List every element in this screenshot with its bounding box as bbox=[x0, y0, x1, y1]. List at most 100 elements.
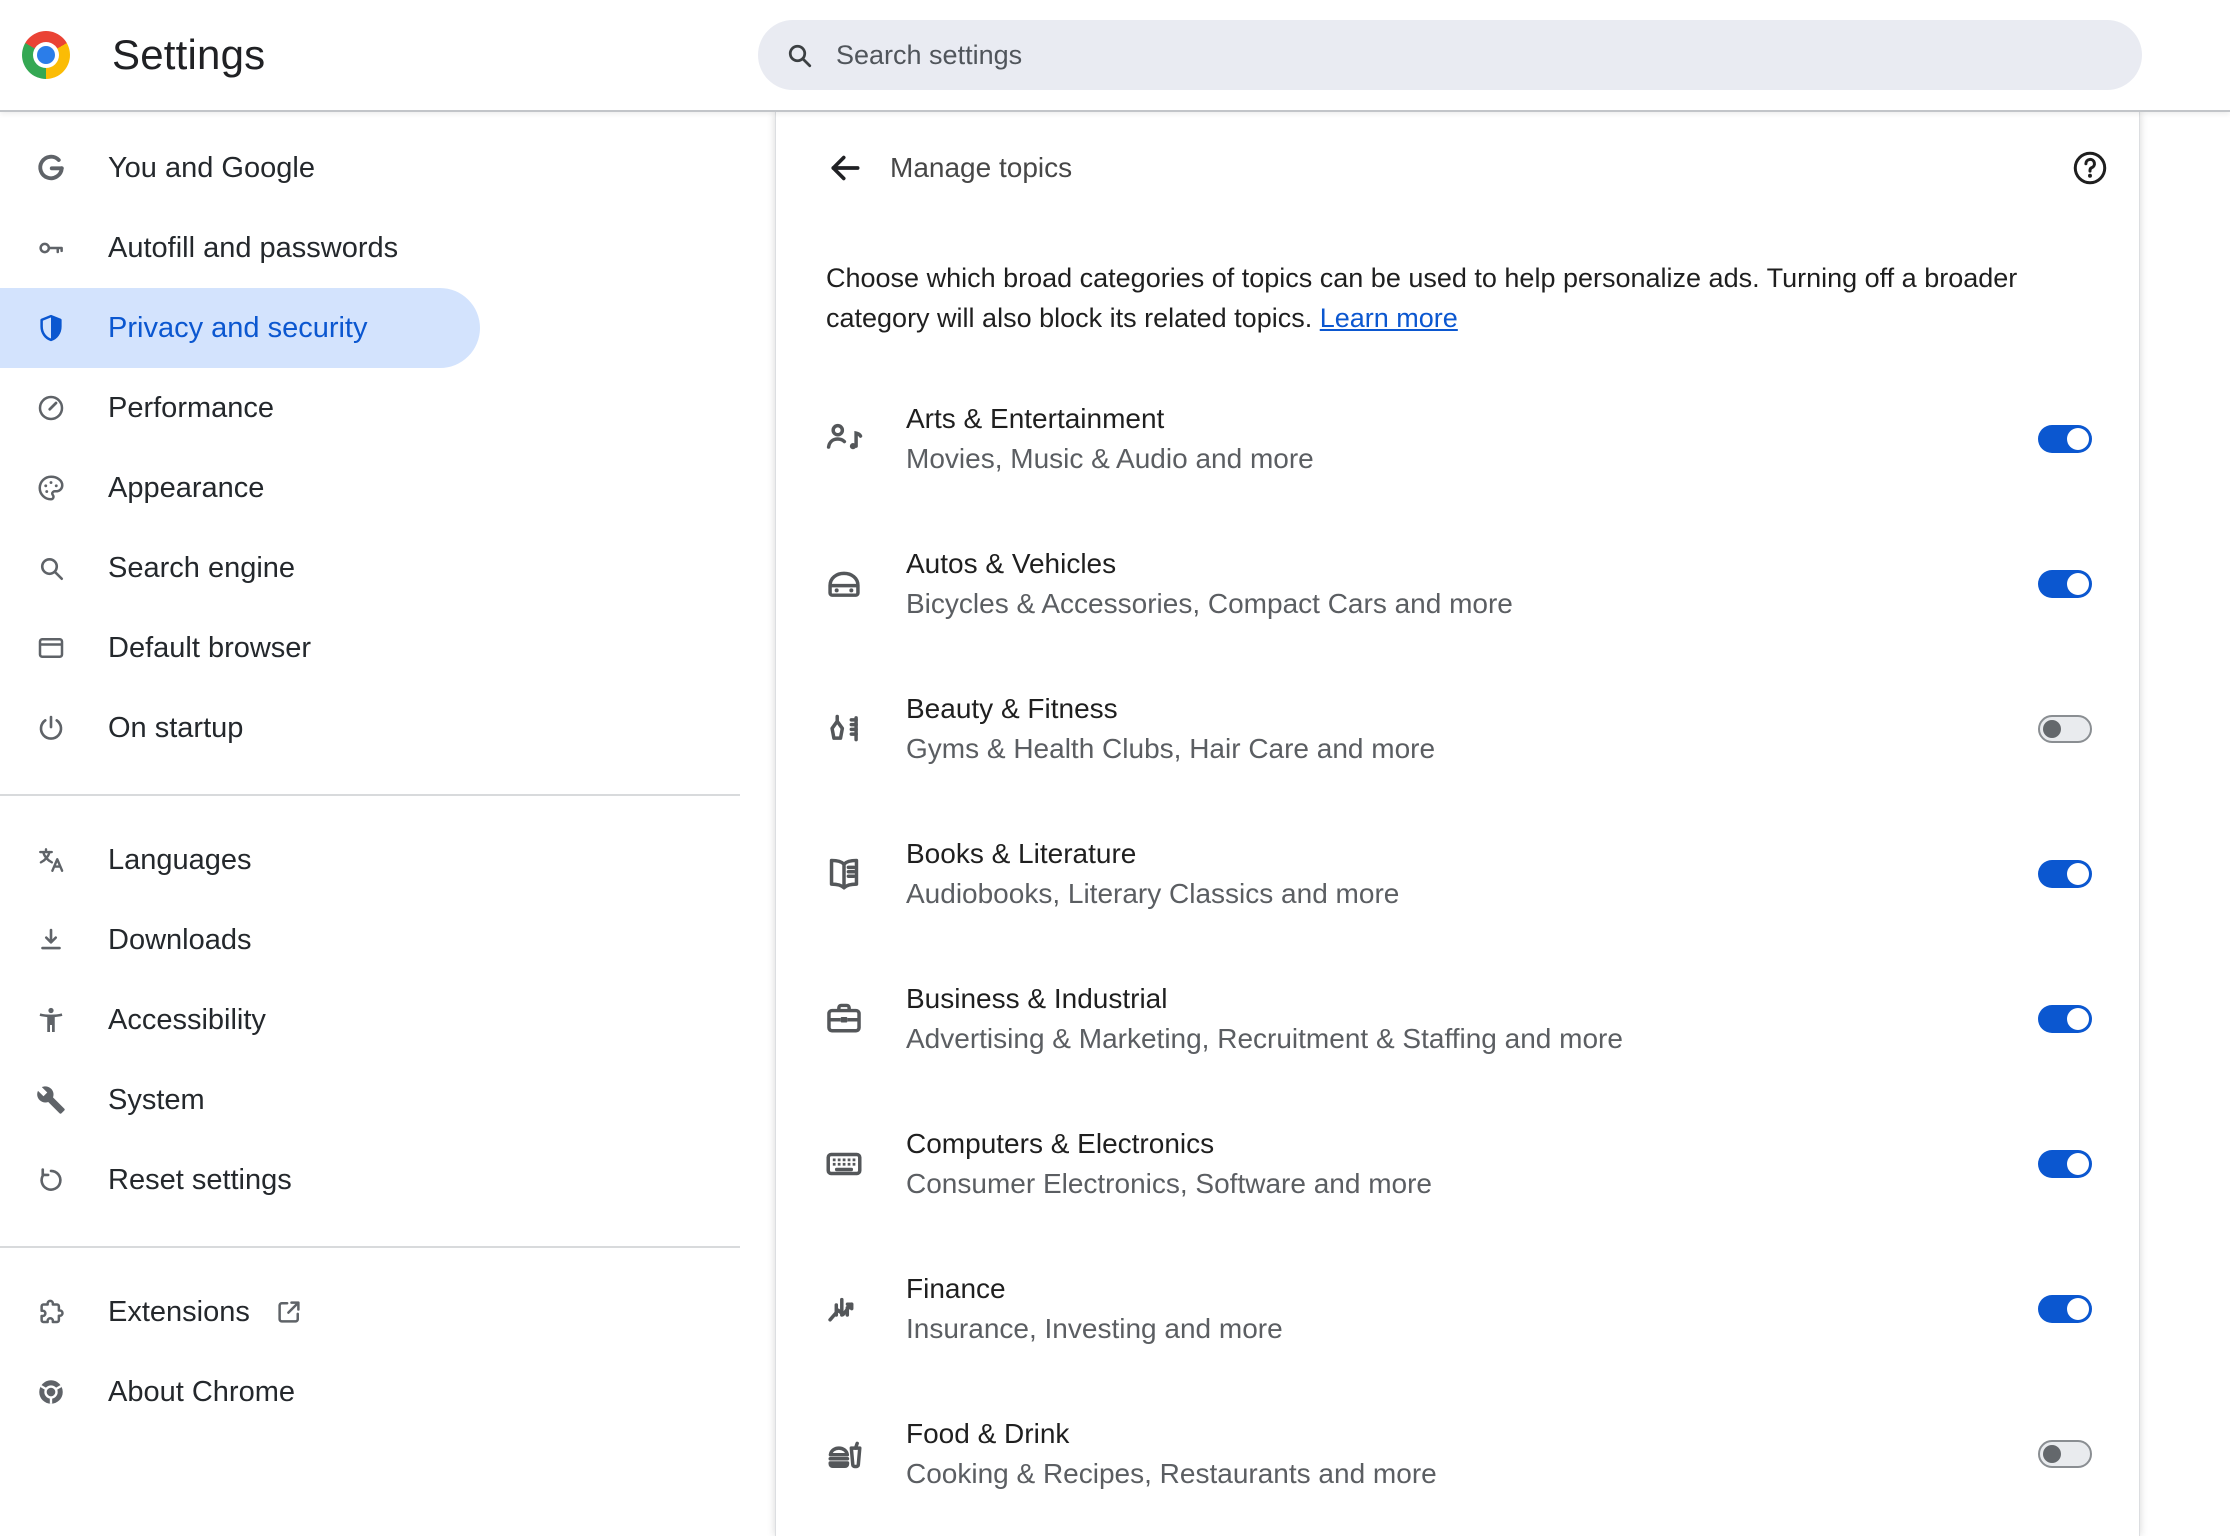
sidebar-divider bbox=[0, 1246, 740, 1248]
topic-examples: Movies, Music & Audio and more bbox=[906, 442, 1314, 474]
chrome-gray-icon bbox=[36, 1377, 66, 1407]
sidebar-divider bbox=[0, 794, 740, 796]
toggle-switch[interactable] bbox=[2038, 1294, 2092, 1323]
sidebar-item-languages[interactable]: Languages bbox=[0, 820, 480, 900]
beauty-fitness-icon bbox=[822, 707, 866, 751]
search-bar[interactable] bbox=[758, 20, 2142, 90]
sidebar-item-label: You and Google bbox=[108, 151, 315, 184]
sidebar-item-search-engine[interactable]: Search engine bbox=[0, 528, 480, 608]
toggle-switch[interactable] bbox=[2038, 1439, 2092, 1468]
sidebar-item-appearance[interactable]: Appearance bbox=[0, 448, 480, 528]
arts-entertainment-icon bbox=[822, 417, 866, 461]
toggle-knob bbox=[2067, 1297, 2089, 1320]
business-industrial-icon bbox=[822, 997, 866, 1041]
power-icon bbox=[36, 713, 66, 743]
sidebar-item-label: Privacy and security bbox=[108, 311, 368, 344]
topic-title: Finance bbox=[906, 1272, 1006, 1304]
sidebar-item-label: Extensions bbox=[108, 1295, 250, 1328]
topic-examples: Advertising & Marketing, Recruitment & S… bbox=[906, 1022, 1623, 1054]
topic-title: Business & Industrial bbox=[906, 982, 1168, 1014]
topic-examples: Audiobooks, Literary Classics and more bbox=[906, 877, 1400, 909]
sidebar-item-autofill-and-passwords[interactable]: Autofill and passwords bbox=[0, 208, 480, 288]
topic-row-beauty-fitness: Beauty & Fitness Gyms & Health Clubs, Hai… bbox=[776, 656, 2139, 801]
sidebar-item-label: Reset settings bbox=[108, 1163, 292, 1196]
download-icon bbox=[36, 925, 66, 955]
food-drink-icon bbox=[822, 1432, 866, 1476]
sidebar-item-label: About Chrome bbox=[108, 1375, 295, 1408]
search-input[interactable] bbox=[834, 38, 2116, 72]
external-link-icon bbox=[274, 1297, 304, 1327]
toggle-knob bbox=[2067, 572, 2089, 595]
sidebar-item-label: Search engine bbox=[108, 551, 296, 584]
sidebar-item-extensions[interactable]: Extensions bbox=[0, 1272, 480, 1352]
topic-row-computers-electronics: Computers & Electronics Consumer Electron… bbox=[776, 1091, 2139, 1236]
topic-row-autos-vehicles: Autos & Vehicles Bicycles & Accessories, … bbox=[776, 511, 2139, 656]
toggle-knob bbox=[2043, 719, 2061, 738]
toggle-knob bbox=[2067, 1007, 2089, 1030]
settings-header: Settings bbox=[0, 0, 2230, 112]
sidebar-item-privacy-and-security[interactable]: Privacy and security bbox=[0, 288, 480, 368]
topic-text: Food & Drink Cooking & Recipes, Restauran… bbox=[906, 1414, 1437, 1494]
palette-icon bbox=[36, 473, 66, 503]
topic-title: Food & Drink bbox=[906, 1417, 1070, 1449]
topics-list: Arts & Entertainment Movies, Music & Audi… bbox=[776, 366, 2139, 1526]
sidebar-item-you-and-google[interactable]: You and Google bbox=[0, 128, 480, 208]
sidebar-item-label: Languages bbox=[108, 843, 252, 876]
topic-examples: Gyms & Health Clubs, Hair Care and more bbox=[906, 732, 1436, 764]
topic-row-arts-entertainment: Arts & Entertainment Movies, Music & Audi… bbox=[776, 366, 2139, 511]
toggle-knob bbox=[2067, 862, 2089, 885]
google-g-icon bbox=[36, 153, 66, 183]
computers-electronics-icon bbox=[822, 1142, 866, 1186]
translate-icon bbox=[36, 845, 66, 875]
books-literature-icon bbox=[822, 852, 866, 896]
toggle-switch[interactable] bbox=[2038, 569, 2092, 598]
topic-text: Finance Insurance, Investing and more bbox=[906, 1269, 1283, 1349]
sidebar-item-about-chrome[interactable]: About Chrome bbox=[0, 1352, 480, 1432]
learn-more-link[interactable]: Learn more bbox=[1320, 303, 1458, 333]
subpage-header: Manage topics bbox=[776, 112, 2139, 224]
toggle-switch[interactable] bbox=[2038, 1149, 2092, 1178]
topic-title: Computers & Electronics bbox=[906, 1127, 1215, 1159]
topic-text: Arts & Entertainment Movies, Music & Audi… bbox=[906, 399, 1314, 479]
page-title: Manage topics bbox=[890, 152, 1073, 183]
sidebar-item-label: Appearance bbox=[108, 471, 265, 504]
toggle-knob bbox=[2067, 1152, 2089, 1175]
topic-examples: Insurance, Investing and more bbox=[906, 1312, 1283, 1344]
topic-row-finance: Finance Insurance, Investing and more bbox=[776, 1236, 2139, 1381]
autos-vehicles-icon bbox=[822, 562, 866, 606]
toggle-switch[interactable] bbox=[2038, 859, 2092, 888]
topic-examples: Bicycles & Accessories, Compact Cars and… bbox=[906, 587, 1513, 619]
topic-examples: Cooking & Recipes, Restaurants and more bbox=[906, 1457, 1437, 1489]
toggle-switch[interactable] bbox=[2038, 714, 2092, 743]
topic-text: Autos & Vehicles Bicycles & Accessories, … bbox=[906, 544, 1513, 624]
sidebar-item-default-browser[interactable]: Default browser bbox=[0, 608, 480, 688]
toggle-switch[interactable] bbox=[2038, 424, 2092, 453]
sidebar-item-accessibility[interactable]: Accessibility bbox=[0, 980, 480, 1060]
topic-title: Autos & Vehicles bbox=[906, 547, 1117, 579]
search-icon bbox=[784, 40, 814, 70]
toggle-switch[interactable] bbox=[2038, 1004, 2092, 1033]
help-icon bbox=[2071, 149, 2109, 187]
finance-icon bbox=[822, 1287, 866, 1331]
topic-title: Books & Literature bbox=[906, 837, 1137, 869]
sidebar-item-on-startup[interactable]: On startup bbox=[0, 688, 480, 768]
sidebar-item-label: On startup bbox=[108, 711, 244, 744]
sidebar-item-performance[interactable]: Performance bbox=[0, 368, 480, 448]
topic-text: Computers & Electronics Consumer Electron… bbox=[906, 1124, 1432, 1204]
topic-text: Books & Literature Audiobooks, Literary C… bbox=[906, 834, 1399, 914]
back-button[interactable] bbox=[826, 149, 864, 187]
topic-examples: Consumer Electronics, Software and more bbox=[906, 1167, 1432, 1199]
app-title: Settings bbox=[112, 31, 266, 78]
sidebar-item-downloads[interactable]: Downloads bbox=[0, 900, 480, 980]
topic-title: Arts & Entertainment bbox=[906, 402, 1165, 434]
wrench-icon bbox=[36, 1085, 66, 1115]
sidebar-item-reset-settings[interactable]: Reset settings bbox=[0, 1140, 480, 1220]
sidebar-item-system[interactable]: System bbox=[0, 1060, 480, 1140]
accessibility-icon bbox=[36, 1005, 66, 1035]
speedometer-icon bbox=[36, 393, 66, 423]
puzzle-icon bbox=[36, 1297, 66, 1327]
sidebar-item-label: System bbox=[108, 1083, 205, 1116]
help-button[interactable] bbox=[2071, 149, 2109, 187]
page-description: Choose which broad categories of topics … bbox=[826, 258, 2089, 338]
toggle-knob bbox=[2067, 427, 2089, 450]
